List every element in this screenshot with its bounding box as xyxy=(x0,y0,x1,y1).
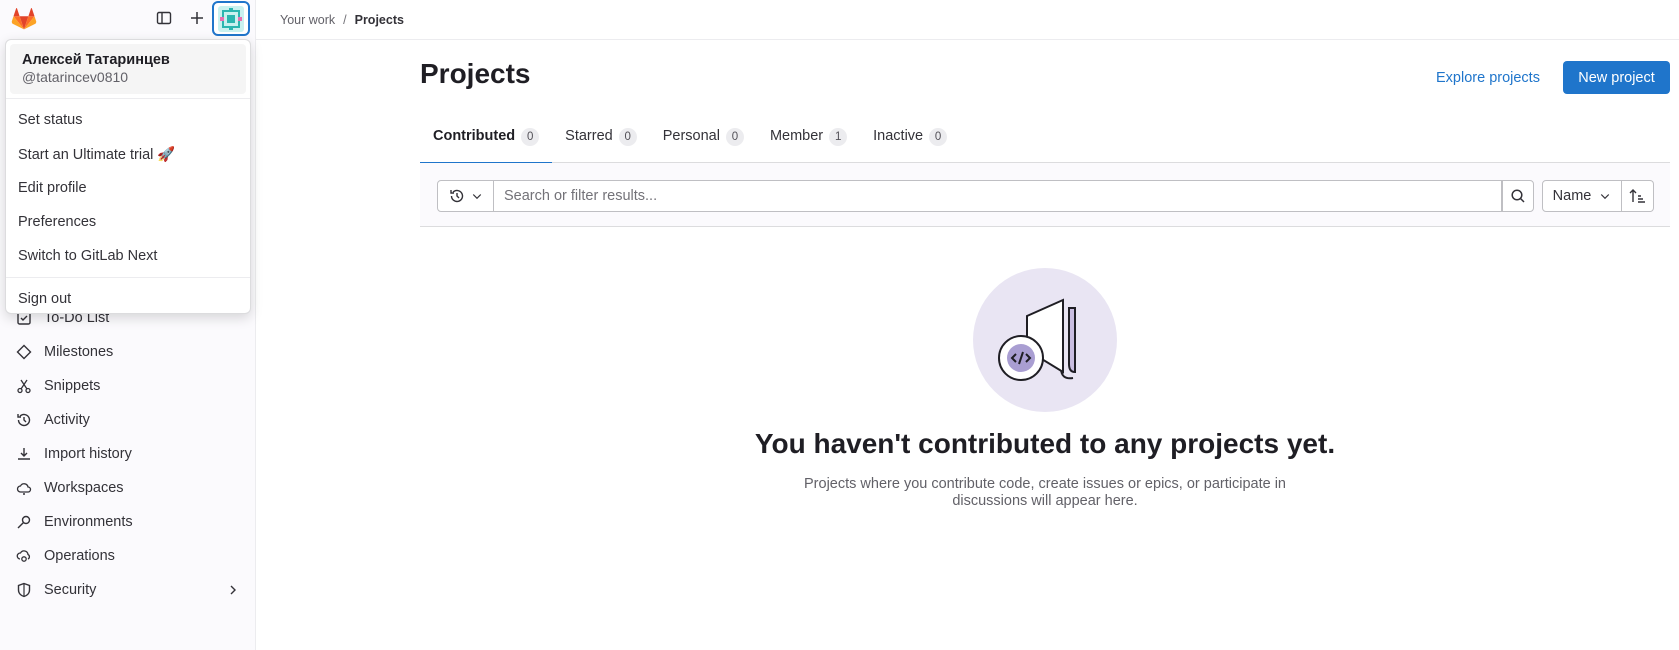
user-menu-dropdown: Алексей Татаринцев @tatarincev0810 Set s… xyxy=(5,39,251,314)
sidebar-item-label: Environments xyxy=(44,514,133,530)
divider xyxy=(6,98,250,99)
gitlab-logo-icon[interactable] xyxy=(10,4,38,32)
project-tabs: Contributed 0 Starred 0 Personal 0 Member 1 … xyxy=(420,119,1670,164)
milestone-icon xyxy=(16,344,32,360)
sidebar-item-label: Snippets xyxy=(44,378,101,394)
sidebar-item-label: Operations xyxy=(44,548,115,564)
sidebar-item-label: Security xyxy=(44,582,97,598)
sidebar-item-snippets[interactable]: Snippets xyxy=(0,369,256,403)
sidebar-item-operations[interactable]: Operations xyxy=(0,539,256,573)
sidebar-item-label: Activity xyxy=(44,412,90,428)
create-new-button[interactable] xyxy=(184,5,210,31)
sidebar-nav: To-Do List Milestones Snippets Activity … xyxy=(0,301,256,607)
tab-label: Contributed xyxy=(433,128,516,144)
sidebar-item-import-history[interactable]: Import history xyxy=(0,437,256,471)
tab-count-badge: 0 xyxy=(929,128,948,146)
user-handle: @tatarincev0810 xyxy=(22,69,129,85)
toggle-sidebar-button[interactable] xyxy=(151,5,177,31)
sort-label: Name xyxy=(1552,188,1592,204)
sort-field-dropdown[interactable]: Name xyxy=(1542,180,1622,212)
history-icon xyxy=(16,412,32,428)
divider xyxy=(6,277,250,278)
operations-icon xyxy=(16,548,32,564)
recent-searches-button[interactable] xyxy=(437,180,494,212)
menu-item-preferences[interactable]: Preferences xyxy=(6,205,250,239)
user-name: Алексей Татаринцев xyxy=(22,52,170,68)
shield-icon xyxy=(16,582,32,598)
tab-starred[interactable]: Starred 0 xyxy=(552,119,650,163)
chevron-right-icon xyxy=(230,585,236,595)
menu-item-set-status[interactable]: Set status xyxy=(6,103,250,137)
sidebar-item-activity[interactable]: Activity xyxy=(0,403,256,437)
breadcrumb: Your work / Projects xyxy=(256,0,1679,40)
sidebar-item-milestones[interactable]: Milestones xyxy=(0,335,256,369)
sidebar-item-label: Workspaces xyxy=(44,480,124,496)
tab-label: Inactive xyxy=(873,128,924,144)
sidebar-item-security[interactable]: Security xyxy=(0,573,256,607)
chevron-down-icon xyxy=(1601,194,1610,200)
sidebar-header xyxy=(0,0,256,36)
empty-state-description: Projects where you contribute code, crea… xyxy=(804,476,1286,509)
tab-inactive[interactable]: Inactive 0 xyxy=(860,119,960,163)
tab-label: Personal xyxy=(662,128,720,144)
filter-bar: Name xyxy=(420,163,1670,227)
tab-member[interactable]: Member 1 xyxy=(757,119,860,163)
tab-personal[interactable]: Personal 0 xyxy=(650,119,757,163)
empty-state-illustration xyxy=(973,268,1117,412)
sort-direction-button[interactable] xyxy=(1622,180,1654,212)
cloud-icon xyxy=(16,480,32,496)
empty-state-title: You haven't contributed to any projects … xyxy=(754,428,1336,459)
import-icon xyxy=(16,446,32,462)
search-input[interactable] xyxy=(494,180,1502,212)
tab-label: Member xyxy=(769,128,824,144)
breadcrumb-your-work[interactable]: Your work xyxy=(280,13,335,27)
avatar xyxy=(218,5,244,32)
chevron-down-icon xyxy=(472,194,481,200)
menu-item-ultimate-trial[interactable]: Start an Ultimate trial 🚀 xyxy=(6,137,250,171)
user-avatar-button[interactable] xyxy=(212,1,250,36)
menu-item-sign-out[interactable]: Sign out xyxy=(6,282,250,316)
menu-item-gitlab-next[interactable]: Switch to GitLab Next xyxy=(6,239,250,273)
snippet-icon xyxy=(16,378,32,394)
menu-item-edit-profile[interactable]: Edit profile xyxy=(6,171,250,205)
tab-label: Starred xyxy=(565,128,613,144)
tab-count-badge: 0 xyxy=(521,128,540,146)
user-profile-link[interactable]: Алексей Татаринцев @tatarincev0810 xyxy=(10,44,246,94)
history-icon xyxy=(449,189,463,203)
breadcrumb-projects[interactable]: Projects xyxy=(355,13,404,27)
sidebar-item-label: Milestones xyxy=(44,344,114,360)
tab-count-badge: 1 xyxy=(829,128,848,146)
explore-projects-link[interactable]: Explore projects xyxy=(1428,68,1548,88)
sort-ascending-icon xyxy=(1629,189,1645,203)
environment-icon xyxy=(16,514,32,530)
search-button[interactable] xyxy=(1502,180,1534,212)
page-title: Projects xyxy=(420,58,531,89)
sidebar-item-label: Import history xyxy=(44,446,132,462)
plus-icon xyxy=(191,12,203,24)
tab-contributed[interactable]: Contributed 0 xyxy=(420,119,553,164)
sidebar-icon xyxy=(156,11,172,25)
tab-count-badge: 0 xyxy=(618,128,637,146)
tab-count-badge: 0 xyxy=(725,128,744,146)
breadcrumb-separator: / xyxy=(343,12,347,27)
sidebar-item-environments[interactable]: Environments xyxy=(0,505,256,539)
new-project-button[interactable]: New project xyxy=(1563,61,1670,94)
search-icon xyxy=(1511,189,1525,203)
sidebar-item-workspaces[interactable]: Workspaces xyxy=(0,471,256,505)
